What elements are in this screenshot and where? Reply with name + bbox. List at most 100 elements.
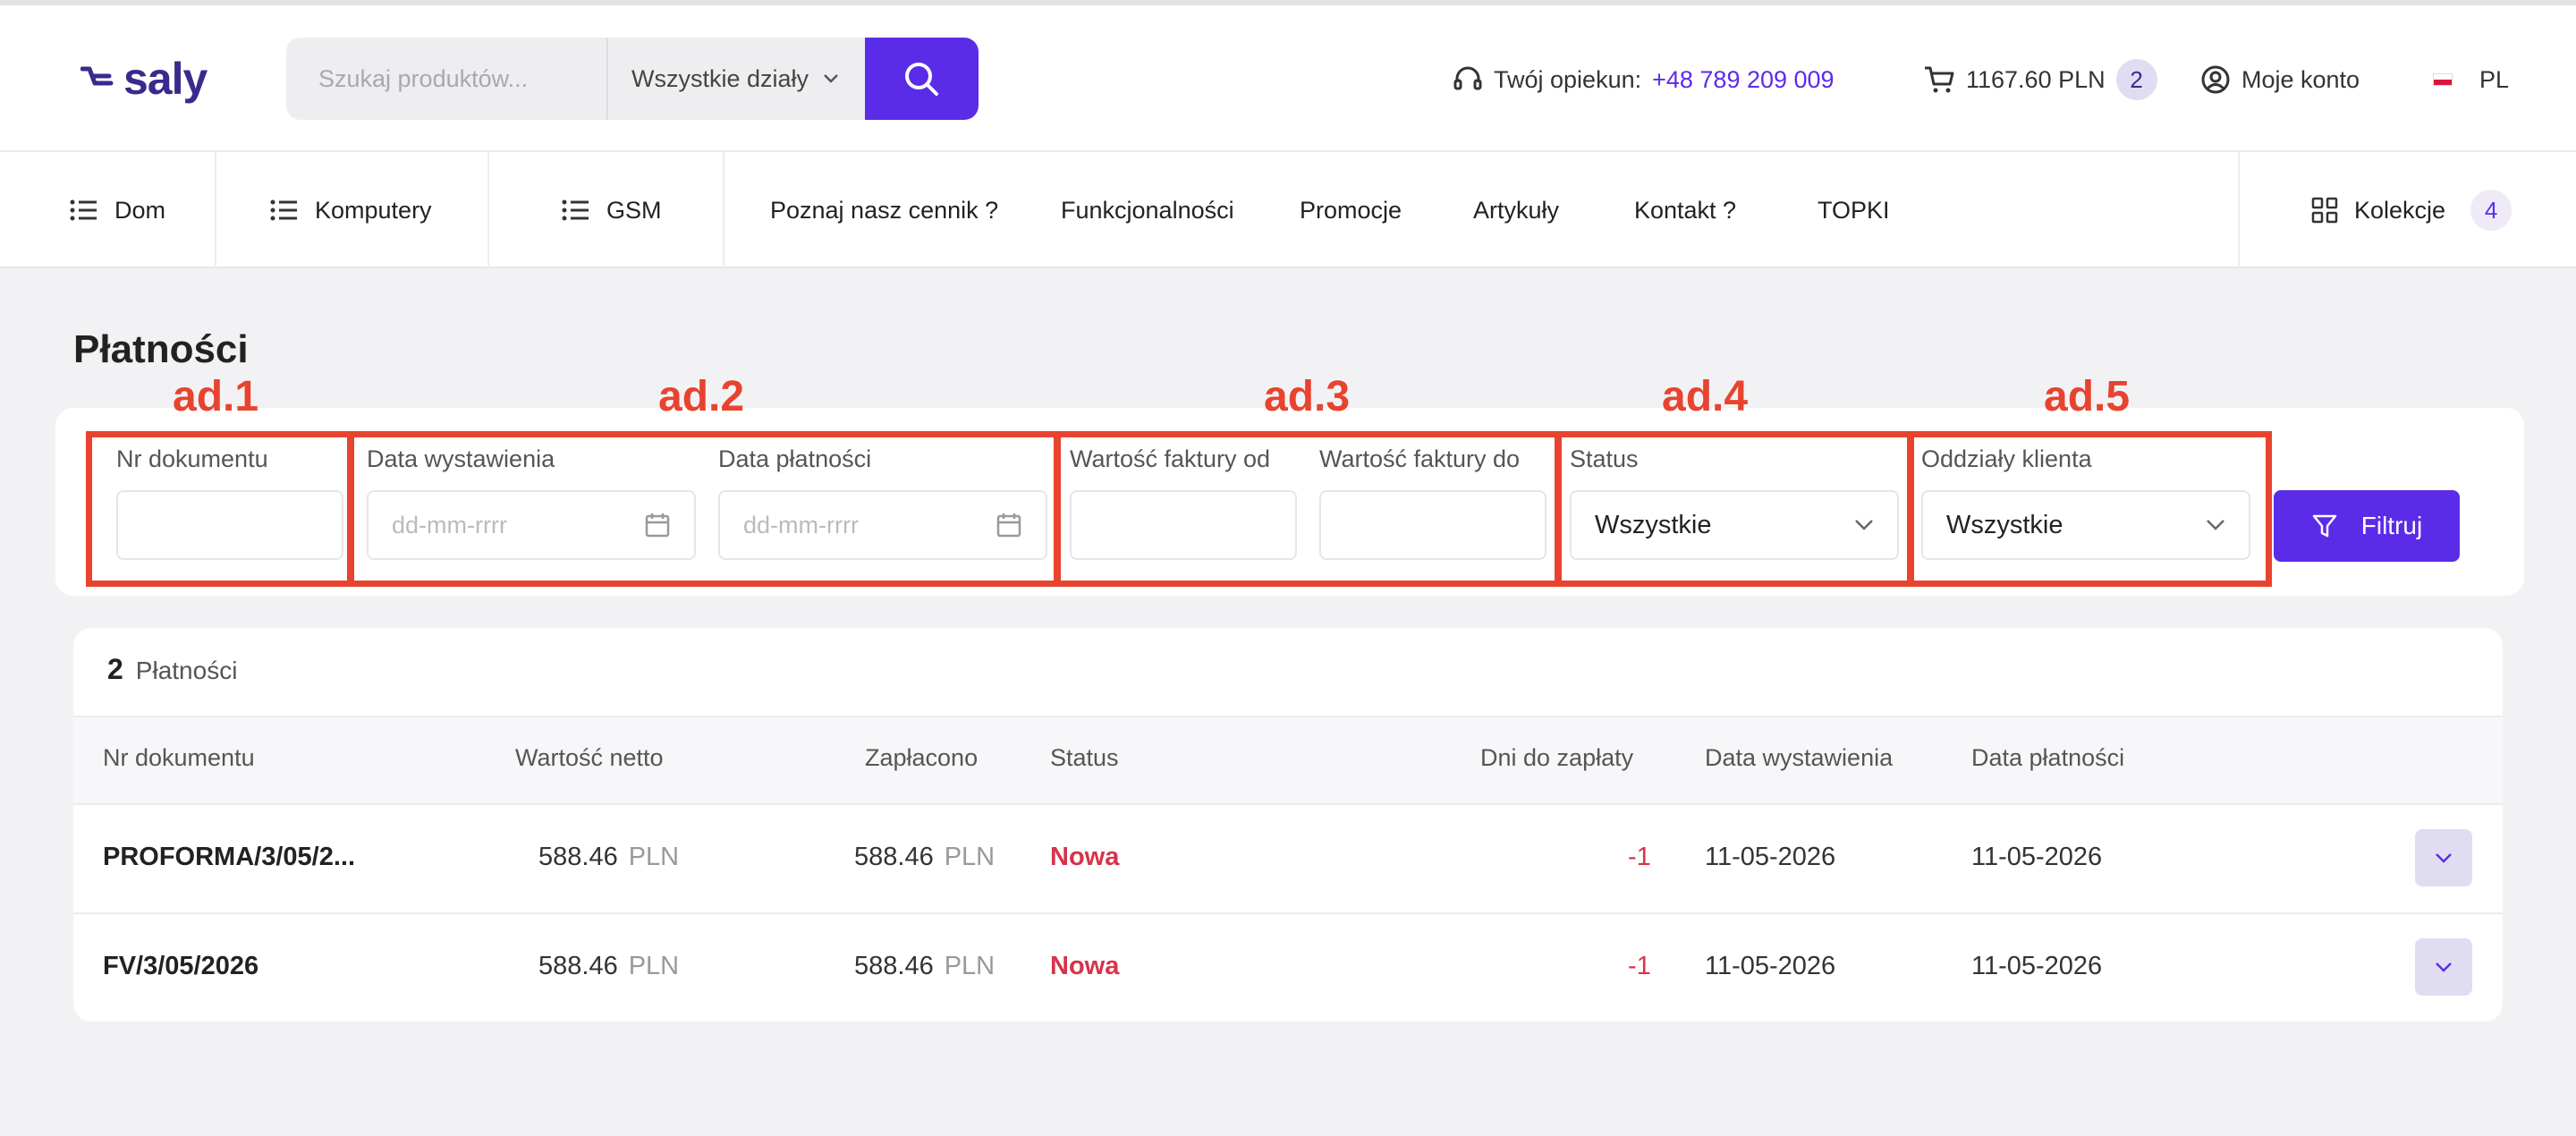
column-header-doc[interactable]: Nr dokumentu <box>103 744 255 772</box>
table-cell-net: 588.46 PLN <box>538 843 679 872</box>
search-category-select[interactable]: Wszystkie działy <box>606 38 865 120</box>
chevron-down-icon <box>2436 853 2452 863</box>
list-icon <box>270 199 297 221</box>
column-header-status[interactable]: Status <box>1050 744 1119 772</box>
search-icon <box>905 63 939 96</box>
search-button[interactable] <box>864 38 979 120</box>
column-header-issue-date[interactable]: Data wystawienia <box>1705 744 1893 772</box>
table-header <box>73 716 2503 805</box>
annotation-label-4: ad.4 <box>1662 373 1749 420</box>
status-badge: Nowa <box>1050 952 1120 980</box>
collections-count-badge: 4 <box>2470 190 2512 231</box>
net-value: 588.46 <box>538 843 618 871</box>
cart[interactable]: 1167.60 PLN 2 <box>1923 57 2157 102</box>
header: saly Wszystkie działy Twój opiekun: +48 … <box>0 5 2576 152</box>
logo[interactable]: saly <box>80 52 208 106</box>
chevron-down-icon <box>824 74 838 83</box>
results-count-number: 2 <box>107 653 123 685</box>
search-bar: Wszystkie działy <box>286 38 979 120</box>
results-count-label: Płatności <box>135 657 238 684</box>
table-cell-paid: 588.46 PLN <box>854 843 995 872</box>
collections-label: Kolekcje <box>2354 196 2446 224</box>
cart-icon <box>1925 66 1954 93</box>
nav-divider <box>487 152 489 268</box>
cart-count-badge: 2 <box>2115 59 2157 100</box>
nav-divider <box>723 152 724 268</box>
annotation-box-4 <box>1555 431 1914 587</box>
advisor-phone[interactable]: +48 789 209 009 <box>1652 66 1834 94</box>
nav-link-promocje[interactable]: Promocje <box>1300 152 1402 268</box>
nav-category-komputery[interactable]: Komputery <box>270 152 432 268</box>
account-link[interactable]: Moje konto <box>2200 57 2360 102</box>
annotation-label-3: ad.3 <box>1264 373 1351 420</box>
nav-category-label: Komputery <box>315 196 432 224</box>
language-switcher[interactable]: PL <box>2433 57 2509 102</box>
annotation-box-5 <box>1907 431 2272 587</box>
cart-logo-icon <box>80 66 114 86</box>
nav-category-label: GSM <box>606 196 662 224</box>
column-header-paid[interactable]: Zapłacono <box>865 744 978 772</box>
search-input[interactable] <box>286 38 606 120</box>
funnel-icon <box>2312 514 2337 538</box>
payments-table <box>73 628 2503 1022</box>
nav-category-gsm[interactable]: GSM <box>562 152 662 268</box>
net-currency: PLN <box>628 843 680 871</box>
language-label: PL <box>2479 65 2510 93</box>
annotation-box-2 <box>347 431 1061 587</box>
column-header-days[interactable]: Dni do zapłaty <box>1480 744 1633 772</box>
annotation-label-2: ad.2 <box>658 373 745 420</box>
nav-category-dom[interactable]: Dom <box>70 152 165 268</box>
nav-divider <box>2238 152 2240 268</box>
page-title: Płatności <box>73 327 249 371</box>
account-label: Moje konto <box>2241 65 2360 93</box>
filter-button[interactable]: Filtruj <box>2274 490 2460 562</box>
row-divider <box>73 912 2503 914</box>
headset-icon <box>1453 66 1482 90</box>
nav-divider <box>215 152 216 268</box>
poland-flag-icon <box>2433 73 2453 86</box>
paid-currency: PLN <box>944 843 996 871</box>
table-cell-paid: 588.46 PLN <box>854 952 995 981</box>
paid-value: 588.46 <box>854 952 934 980</box>
annotation-box-1 <box>86 431 354 587</box>
annotation-label-1: ad.1 <box>173 373 259 420</box>
table-cell-issue-date: 11-05-2026 <box>1705 843 1836 871</box>
paid-currency: PLN <box>944 952 996 980</box>
search-category-label: Wszystkie działy <box>631 64 809 92</box>
nav-link-artykuly[interactable]: Artykuły <box>1473 152 1559 268</box>
cart-total: 1167.60 PLN <box>1966 65 2106 93</box>
nav-link-topki[interactable]: TOPKI <box>1818 152 1890 268</box>
table-cell-days: -1 <box>1628 952 1651 980</box>
annotation-label-5: ad.5 <box>2044 373 2131 420</box>
annotation-box-3 <box>1054 431 1562 587</box>
nav-link-funkcjonalnosci[interactable]: Funkcjonalności <box>1061 152 1234 268</box>
results-count: 2 Płatności <box>107 653 237 686</box>
nav-link-kontakt[interactable]: Kontakt ? <box>1634 152 1736 268</box>
logo-text: saly <box>123 54 208 104</box>
nav-link-cennik[interactable]: Poznaj nasz cennik ? <box>770 152 998 268</box>
filter-button-label: Filtruj <box>2360 512 2423 539</box>
grid-icon <box>2311 197 2338 224</box>
advisor-contact[interactable]: Twój opiekun: +48 789 209 009 <box>1453 57 1835 102</box>
collections-link[interactable]: Kolekcje 4 <box>2311 152 2512 268</box>
table-cell-doc[interactable]: PROFORMA/3/05/2... <box>103 843 355 872</box>
status-badge: Nowa <box>1050 843 1120 871</box>
user-icon <box>2201 65 2230 94</box>
list-icon <box>562 199 589 221</box>
expand-row-button[interactable] <box>2415 938 2472 996</box>
table-cell-doc[interactable]: FV/3/05/2026 <box>103 952 258 981</box>
table-cell-payment-date: 11-05-2026 <box>1971 843 2103 871</box>
paid-value: 588.46 <box>854 843 934 871</box>
column-header-payment-date[interactable]: Data płatności <box>1971 744 2124 772</box>
expand-row-button[interactable] <box>2415 829 2472 886</box>
column-header-net[interactable]: Wartość netto <box>515 744 664 772</box>
table-cell-net: 588.46 PLN <box>538 952 679 981</box>
advisor-label: Twój opiekun: <box>1494 65 1642 93</box>
table-cell-days: -1 <box>1628 843 1651 871</box>
table-cell-payment-date: 11-05-2026 <box>1971 952 2103 980</box>
net-value: 588.46 <box>538 952 618 980</box>
main-nav: Dom Komputery GSM Poznaj nasz cennik ? F… <box>0 152 2576 268</box>
net-currency: PLN <box>628 952 680 980</box>
nav-category-label: Dom <box>114 196 166 224</box>
list-icon <box>70 199 97 221</box>
